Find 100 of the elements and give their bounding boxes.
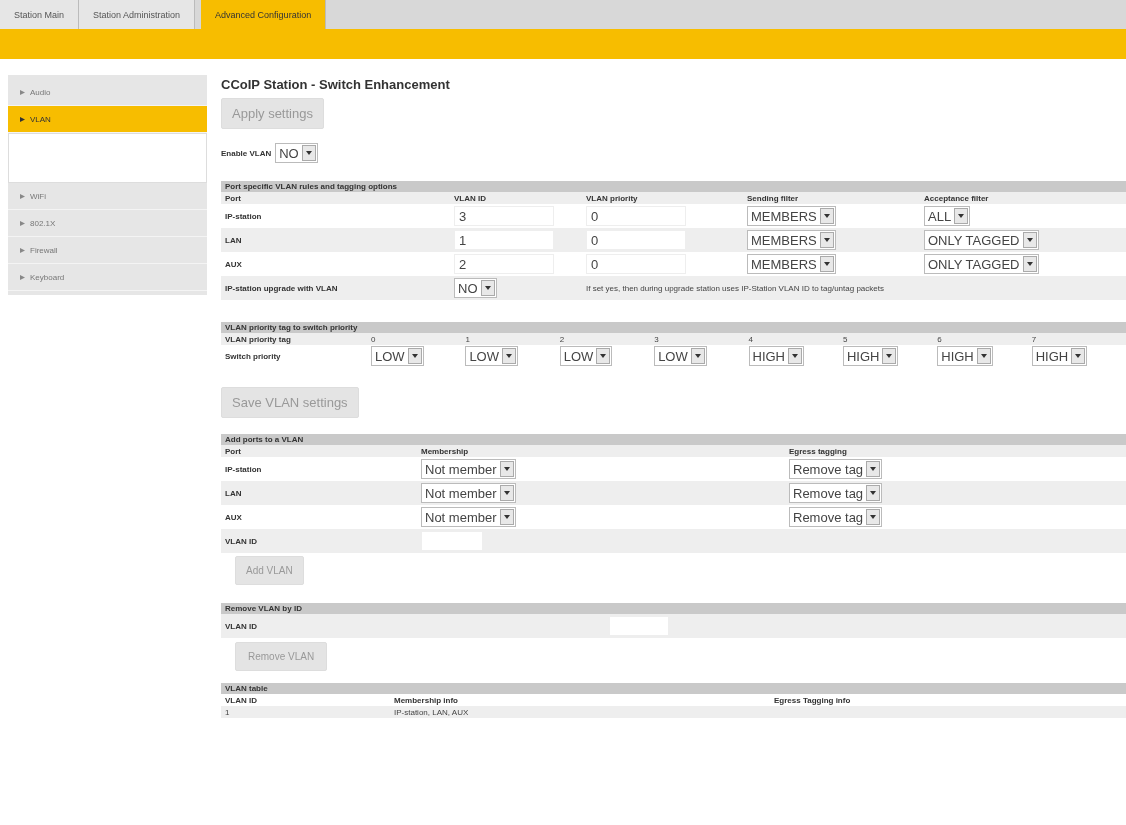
tag-value: 4 [748,334,754,344]
section-title: Add ports to a VLAN [225,435,304,444]
column-header: Sending filter [747,193,800,203]
label: Switch priority [225,351,282,361]
sidebar-item[interactable]: Firewall [8,237,207,264]
tab[interactable]: Station Administration [79,0,196,29]
caret-icon [866,461,881,477]
input-field[interactable]: 0 [586,230,686,250]
bullet-icon [20,274,25,280]
tag-value: 2 [559,334,566,344]
label: LAN [225,488,243,498]
column-header: Egress Tagging info [774,695,852,705]
label: VLAN ID [225,621,258,631]
dropdown[interactable]: HIGH [842,346,899,366]
bullet-icon [20,193,25,199]
tag-value: 1 [465,334,471,344]
bullet-icon [20,220,25,226]
sidebar-item[interactable]: WiFi [8,183,207,210]
caret-icon [882,348,897,364]
dropdown[interactable]: NO [454,278,497,298]
section-title: VLAN table [225,684,268,693]
input-field[interactable]: 0 [586,254,686,274]
label: VLAN priority tag [225,334,292,344]
column-header: Port [225,193,242,203]
column-header: VLAN ID [454,193,487,203]
dropdown[interactable]: NO [275,143,318,163]
caret-icon [954,208,969,224]
label: LAN [225,235,243,245]
sidebar-item[interactable]: 802.1X [8,210,207,237]
caret-icon [819,208,834,224]
caret-icon [866,485,881,501]
tab[interactable]: Station Main [0,0,80,29]
dropdown[interactable]: Not member [421,483,516,503]
caret-icon [976,348,991,364]
caret-icon [499,485,514,501]
dropdown[interactable]: LOW [465,346,518,366]
dropdown[interactable]: HIGH [1031,346,1088,366]
dropdown[interactable]: ONLY TAGGED [924,254,1039,274]
dropdown[interactable]: Remove tag [789,459,883,479]
column-header: Port [225,446,242,456]
dropdown[interactable]: Not member [421,507,516,527]
dropdown[interactable]: ONLY TAGGED [924,230,1039,250]
column-header: Egress tagging [789,446,848,456]
table-cell-text: 1 [225,707,231,717]
caret-icon [596,348,611,364]
sidebar-item[interactable]: VLAN [8,106,207,133]
bullet-icon [20,247,25,253]
tag-value: 3 [654,334,660,344]
caret-icon [1022,232,1037,248]
sidebar-item[interactable]: Keyboard [8,264,207,291]
label: IP-station [225,211,263,221]
tag-value: 7 [1031,334,1038,344]
tag-value: 0 [371,334,377,344]
section-title: Port specific VLAN rules and tagging options [225,182,397,191]
column-header: Membership info [394,695,459,705]
caret-icon [819,256,834,272]
label: Enable VLAN [221,148,272,158]
dropdown[interactable]: LOW [654,346,707,366]
dropdown[interactable]: LOW [371,346,424,366]
caret-icon [499,461,514,477]
label: IP-station upgrade with VLAN [225,283,339,293]
tag-value: 5 [842,334,849,344]
label: IP-station [225,464,263,474]
input-field[interactable]: 3 [454,206,554,226]
input-field[interactable]: 2 [454,254,554,274]
dropdown[interactable]: LOW [559,346,613,366]
bullet-icon [20,116,25,122]
label: AUX [225,512,243,522]
label: VLAN ID [225,536,258,546]
table-cell-text: IP-station, LAN, AUX [394,707,470,717]
bullet-icon [20,89,25,95]
dropdown[interactable]: MEMBERS [747,206,836,226]
caret-icon [1071,348,1086,364]
column-header: VLAN priority [586,193,639,203]
dropdown[interactable]: ALL [924,206,971,226]
caret-icon [480,280,495,296]
dropdown[interactable]: Remove tag [789,507,883,527]
column-header: Acceptance filter [924,193,990,203]
input-field[interactable]: 0 [586,206,686,226]
column-header: VLAN ID [225,695,258,705]
caret-icon [788,348,802,364]
dropdown[interactable]: HIGH [748,346,804,366]
dropdown[interactable]: MEMBERS [747,254,836,274]
help-text: If set yes, then during upgrade station uses IP-Station VLAN ID to tag/untag packets [586,283,885,293]
dropdown[interactable]: MEMBERS [747,230,836,250]
section-title: Remove VLAN by ID [225,604,302,613]
caret-icon [301,145,316,161]
caret-icon [407,348,422,364]
column-header: Membership [421,446,470,456]
caret-icon [499,509,514,525]
caret-icon [866,509,881,525]
dropdown[interactable]: Remove tag [789,483,883,503]
caret-icon [819,232,834,248]
tab[interactable]: Advanced Configuration [201,0,327,29]
section-title: VLAN priority tag to switch priority [225,323,358,332]
dropdown[interactable]: HIGH [937,346,993,366]
label: AUX [225,259,243,269]
dropdown[interactable]: Not member [421,459,516,479]
input-field[interactable]: 1 [454,230,554,250]
tag-value: 6 [937,334,943,344]
